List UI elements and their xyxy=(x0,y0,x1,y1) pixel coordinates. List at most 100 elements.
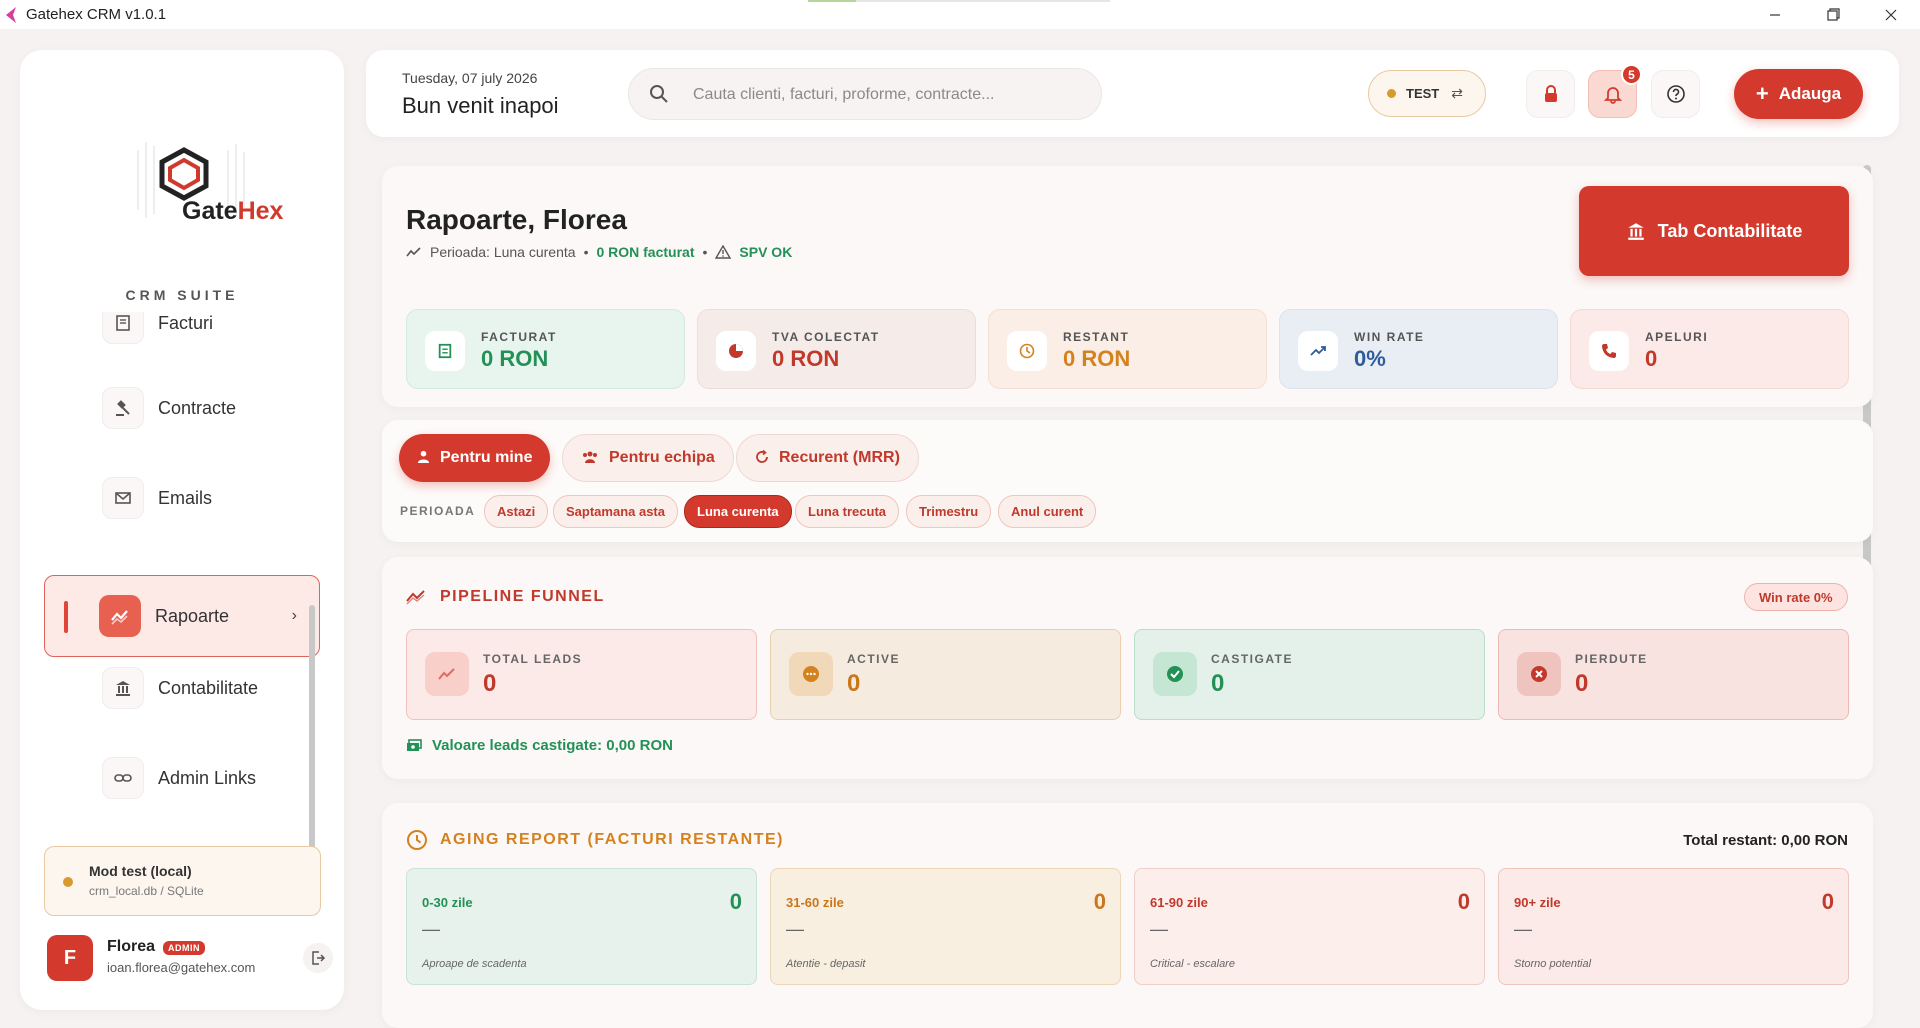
period-chip-astazi[interactable]: Astazi xyxy=(484,495,549,528)
search-input[interactable] xyxy=(693,81,1073,109)
period-chip-trimestru[interactable]: Trimestru xyxy=(906,495,992,528)
aging-bucket-90-plus: 90+ zile 0 — Storno potential xyxy=(1498,868,1849,985)
period-chip-saptamana-asta[interactable]: Saptamana asta xyxy=(553,495,678,528)
chart-trend-icon xyxy=(99,595,141,637)
funnel-label: TOTAL LEADS xyxy=(483,652,583,666)
trend-up-icon xyxy=(425,652,469,696)
current-date: Tuesday, 07 july 2026 xyxy=(402,70,538,86)
logout-button[interactable] xyxy=(303,943,333,973)
sidebar-item-contabilitate[interactable]: Contabilitate xyxy=(44,647,320,729)
funnel-label: CASTIGATE xyxy=(1211,652,1293,666)
user-name: Florea xyxy=(107,938,156,955)
tab-contabilitate-label: Tab Contabilitate xyxy=(1657,220,1803,241)
search-bar[interactable] xyxy=(628,68,1102,120)
funnel-value: 0 xyxy=(483,670,497,697)
sidebar-item-admin-links[interactable]: Admin Links xyxy=(44,737,320,819)
lock-button[interactable] xyxy=(1526,70,1575,118)
test-mode-box: Mod test (local) crm_local.db / SQLite xyxy=(44,846,321,916)
trend-icon xyxy=(406,590,425,605)
minimize-button[interactable] xyxy=(1746,0,1804,29)
funnel-value: 0 xyxy=(1211,670,1225,697)
warning-icon xyxy=(715,245,732,259)
phone-icon xyxy=(1589,331,1629,371)
kpi-label: APELURI xyxy=(1645,330,1709,344)
top-header: Tuesday, 07 july 2026 Bun venit inapoi T… xyxy=(366,50,1899,137)
bucket-note: Aproape de scadenta xyxy=(422,958,527,970)
lock-icon xyxy=(1544,85,1557,102)
check-circle-icon xyxy=(1153,652,1197,696)
env-label: TEST xyxy=(1406,86,1440,101)
bucket-amount: — xyxy=(1150,919,1168,939)
sidebar-item-emails[interactable]: Emails xyxy=(44,457,320,539)
scope-label: Recurent (MRR) xyxy=(779,449,900,466)
environment-toggle[interactable]: TEST ⇄ xyxy=(1368,70,1486,117)
logout-icon xyxy=(312,951,326,965)
refresh-icon xyxy=(755,449,769,467)
bucket-label: 90+ zile xyxy=(1514,895,1561,910)
notification-count-badge: 5 xyxy=(1621,64,1642,85)
trend-icon xyxy=(406,247,421,257)
sidebar-item-contracte[interactable]: Contracte xyxy=(44,367,320,449)
sidebar-item-rapoarte[interactable]: Rapoarte › xyxy=(44,575,320,657)
scope-recurent-mrr[interactable]: Recurent (MRR) xyxy=(736,434,919,482)
swap-icon: ⇄ xyxy=(1451,85,1463,101)
x-circle-icon xyxy=(1517,652,1561,696)
restore-button[interactable] xyxy=(1804,0,1862,29)
gavel-icon xyxy=(102,387,144,429)
chevron-right-icon: › xyxy=(291,607,297,624)
role-badge: ADMIN xyxy=(163,941,205,955)
period-chip-luna-curenta[interactable]: Luna curenta xyxy=(684,495,792,528)
receipt-icon xyxy=(102,312,144,344)
kpi-label: FACTURAT xyxy=(481,330,557,344)
bucket-note: Critical - escalare xyxy=(1150,958,1235,970)
add-button[interactable]: + Adauga xyxy=(1734,69,1863,119)
dots-icon xyxy=(789,652,833,696)
kpi-value: 0 RON xyxy=(481,346,549,371)
bank-icon xyxy=(1627,223,1644,240)
kpi-restant: RESTANT 0 RON xyxy=(988,309,1267,389)
won-leads-value: Valoare leads castigate: 0,00 RON xyxy=(406,737,673,754)
active-indicator xyxy=(64,601,68,633)
period-chip-luna-trecuta[interactable]: Luna trecuta xyxy=(795,495,900,528)
load-progress-bar xyxy=(808,0,1110,2)
funnel-label: ACTIVE xyxy=(847,652,901,666)
users-icon xyxy=(581,450,599,466)
avatar[interactable]: F xyxy=(47,935,93,981)
aging-bucket-31-60: 31-60 zile 0 — Atentie - depasit xyxy=(770,868,1121,985)
scope-pentru-mine[interactable]: Pentru mine xyxy=(399,434,551,482)
sidebar-item-label: Emails xyxy=(158,487,213,508)
kpi-win-rate: WIN RATE 0% xyxy=(1279,309,1558,389)
win-rate-badge: Win rate 0% xyxy=(1744,583,1848,611)
window-titlebar: Gatehex CRM v1.0.1 xyxy=(0,0,1920,29)
aging-bucket-61-90: 61-90 zile 0 — Critical - escalare xyxy=(1134,868,1485,985)
separator-dot: • xyxy=(583,244,589,260)
bucket-value: 0 xyxy=(729,889,742,914)
funnel-castigate: CASTIGATE 0 xyxy=(1134,629,1485,720)
period-label: PERIOADA xyxy=(400,504,476,518)
minimize-icon xyxy=(1770,13,1780,16)
sidebar-item-label: Contabilitate xyxy=(158,677,259,698)
mail-icon xyxy=(102,477,144,519)
help-button[interactable] xyxy=(1651,70,1700,118)
filters-card: Pentru mine Pentru echipa Recurent (MRR)… xyxy=(382,420,1873,542)
bucket-label: 0-30 zile xyxy=(422,895,473,910)
bucket-note: Atentie - depasit xyxy=(786,958,866,970)
bucket-value: 0 xyxy=(1821,889,1834,914)
period-chip-anul-curent[interactable]: Anul curent xyxy=(998,495,1097,528)
aging-bucket-0-30: 0-30 zile 0 — Aproape de scadenta xyxy=(406,868,757,985)
sidebar-scrollbar[interactable] xyxy=(309,605,315,855)
close-window-button[interactable] xyxy=(1862,0,1920,29)
tab-contabilitate-button[interactable]: Tab Contabilitate xyxy=(1579,186,1849,276)
app-logo-icon xyxy=(6,6,16,23)
sidebar-nav: Facturi Contracte Emails Rapoarte › Cont… xyxy=(20,312,344,858)
page-title: Rapoarte, Florea xyxy=(406,204,627,235)
kpi-value: 0% xyxy=(1354,346,1386,371)
scope-pentru-echipa[interactable]: Pentru echipa xyxy=(562,434,734,482)
aging-title: AGING REPORT (FACTURI RESTANTE) xyxy=(406,829,784,851)
kpi-value: 0 RON xyxy=(1063,346,1131,371)
kpi-value: 0 RON xyxy=(772,346,840,371)
report-summary-card: Rapoarte, Florea Perioada: Luna curenta … xyxy=(382,166,1873,407)
sidebar-item-facturi[interactable]: Facturi xyxy=(44,312,320,364)
sidebar-item-label: Rapoarte xyxy=(155,605,230,626)
welcome-text: Bun venit inapoi xyxy=(402,93,559,118)
